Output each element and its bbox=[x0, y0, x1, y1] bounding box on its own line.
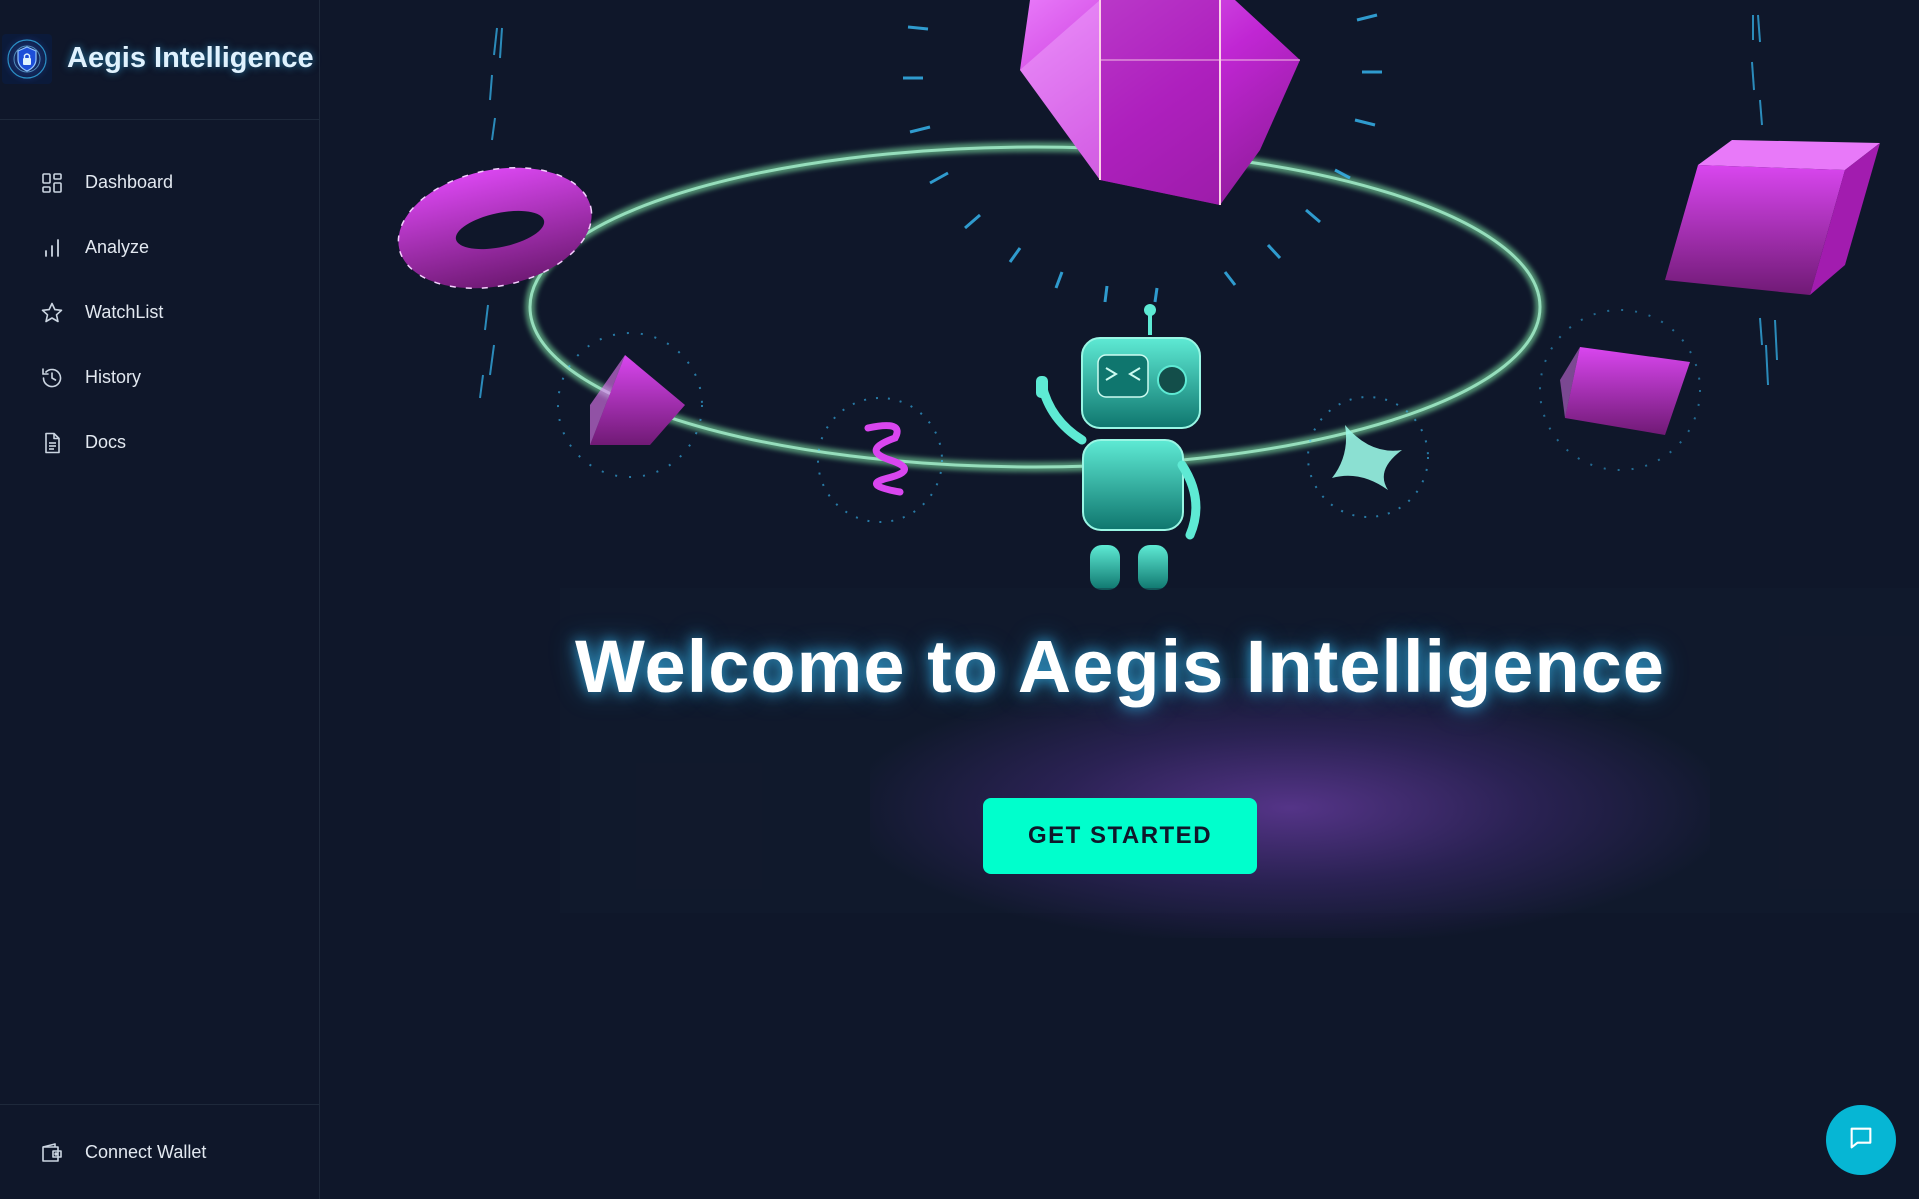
wallet-icon bbox=[40, 1141, 64, 1165]
connect-wallet-label: Connect Wallet bbox=[85, 1142, 207, 1162]
sidebar: Aegis Intelligence Dashboard Analyze Wat… bbox=[0, 0, 320, 1199]
sidebar-item-label: History bbox=[85, 367, 142, 387]
prism-shape bbox=[1539, 309, 1701, 471]
hero-3d-scene bbox=[397, 0, 1880, 590]
document-icon bbox=[40, 431, 64, 455]
sidebar-item-history[interactable]: History bbox=[0, 345, 319, 410]
shield-lock-icon[interactable] bbox=[2, 34, 52, 84]
hero-section: Welcome to Aegis Intelligence GET STARTE… bbox=[560, 588, 1919, 938]
pyramid-shape bbox=[557, 332, 703, 478]
hero-title: Welcome to Aegis Intelligence bbox=[575, 625, 1665, 708]
sidebar-item-watchlist[interactable]: WatchList bbox=[0, 280, 319, 345]
connect-wallet-button[interactable]: Connect Wallet bbox=[0, 1105, 319, 1199]
star-icon bbox=[40, 301, 64, 325]
orbit-ring bbox=[525, 142, 1545, 472]
sidebar-item-label: Dashboard bbox=[85, 172, 174, 192]
sidebar-item-label: Analyze bbox=[85, 237, 150, 257]
get-started-button[interactable]: GET STARTED bbox=[983, 798, 1257, 874]
crystal-shape bbox=[1020, 0, 1300, 205]
brand-title: Aegis Intelligence bbox=[67, 42, 314, 74]
sidebar-item-label: WatchList bbox=[85, 302, 164, 322]
brand-header: Aegis Intelligence bbox=[0, 0, 319, 120]
dashboard-grid-icon bbox=[40, 171, 64, 195]
main-content: Welcome to Aegis Intelligence GET STARTE… bbox=[320, 0, 1919, 1199]
sidebar-item-dashboard[interactable]: Dashboard bbox=[0, 150, 319, 215]
app-root: Aegis Intelligence Dashboard Analyze Wat… bbox=[0, 0, 1919, 1199]
sidebar-nav: Dashboard Analyze WatchList History Docs bbox=[0, 150, 319, 475]
bar-chart-icon bbox=[40, 236, 64, 260]
torus-shape bbox=[397, 166, 593, 290]
history-clock-icon bbox=[40, 366, 64, 390]
chat-button[interactable] bbox=[1826, 1105, 1896, 1175]
cube-shape bbox=[1665, 140, 1880, 295]
sidebar-item-label: Docs bbox=[85, 432, 127, 452]
sidebar-item-docs[interactable]: Docs bbox=[0, 410, 319, 475]
chat-bubble-icon bbox=[1847, 1124, 1875, 1157]
sidebar-footer: Connect Wallet bbox=[0, 1104, 319, 1199]
sidebar-item-analyze[interactable]: Analyze bbox=[0, 215, 319, 280]
robot-character bbox=[1036, 304, 1201, 590]
